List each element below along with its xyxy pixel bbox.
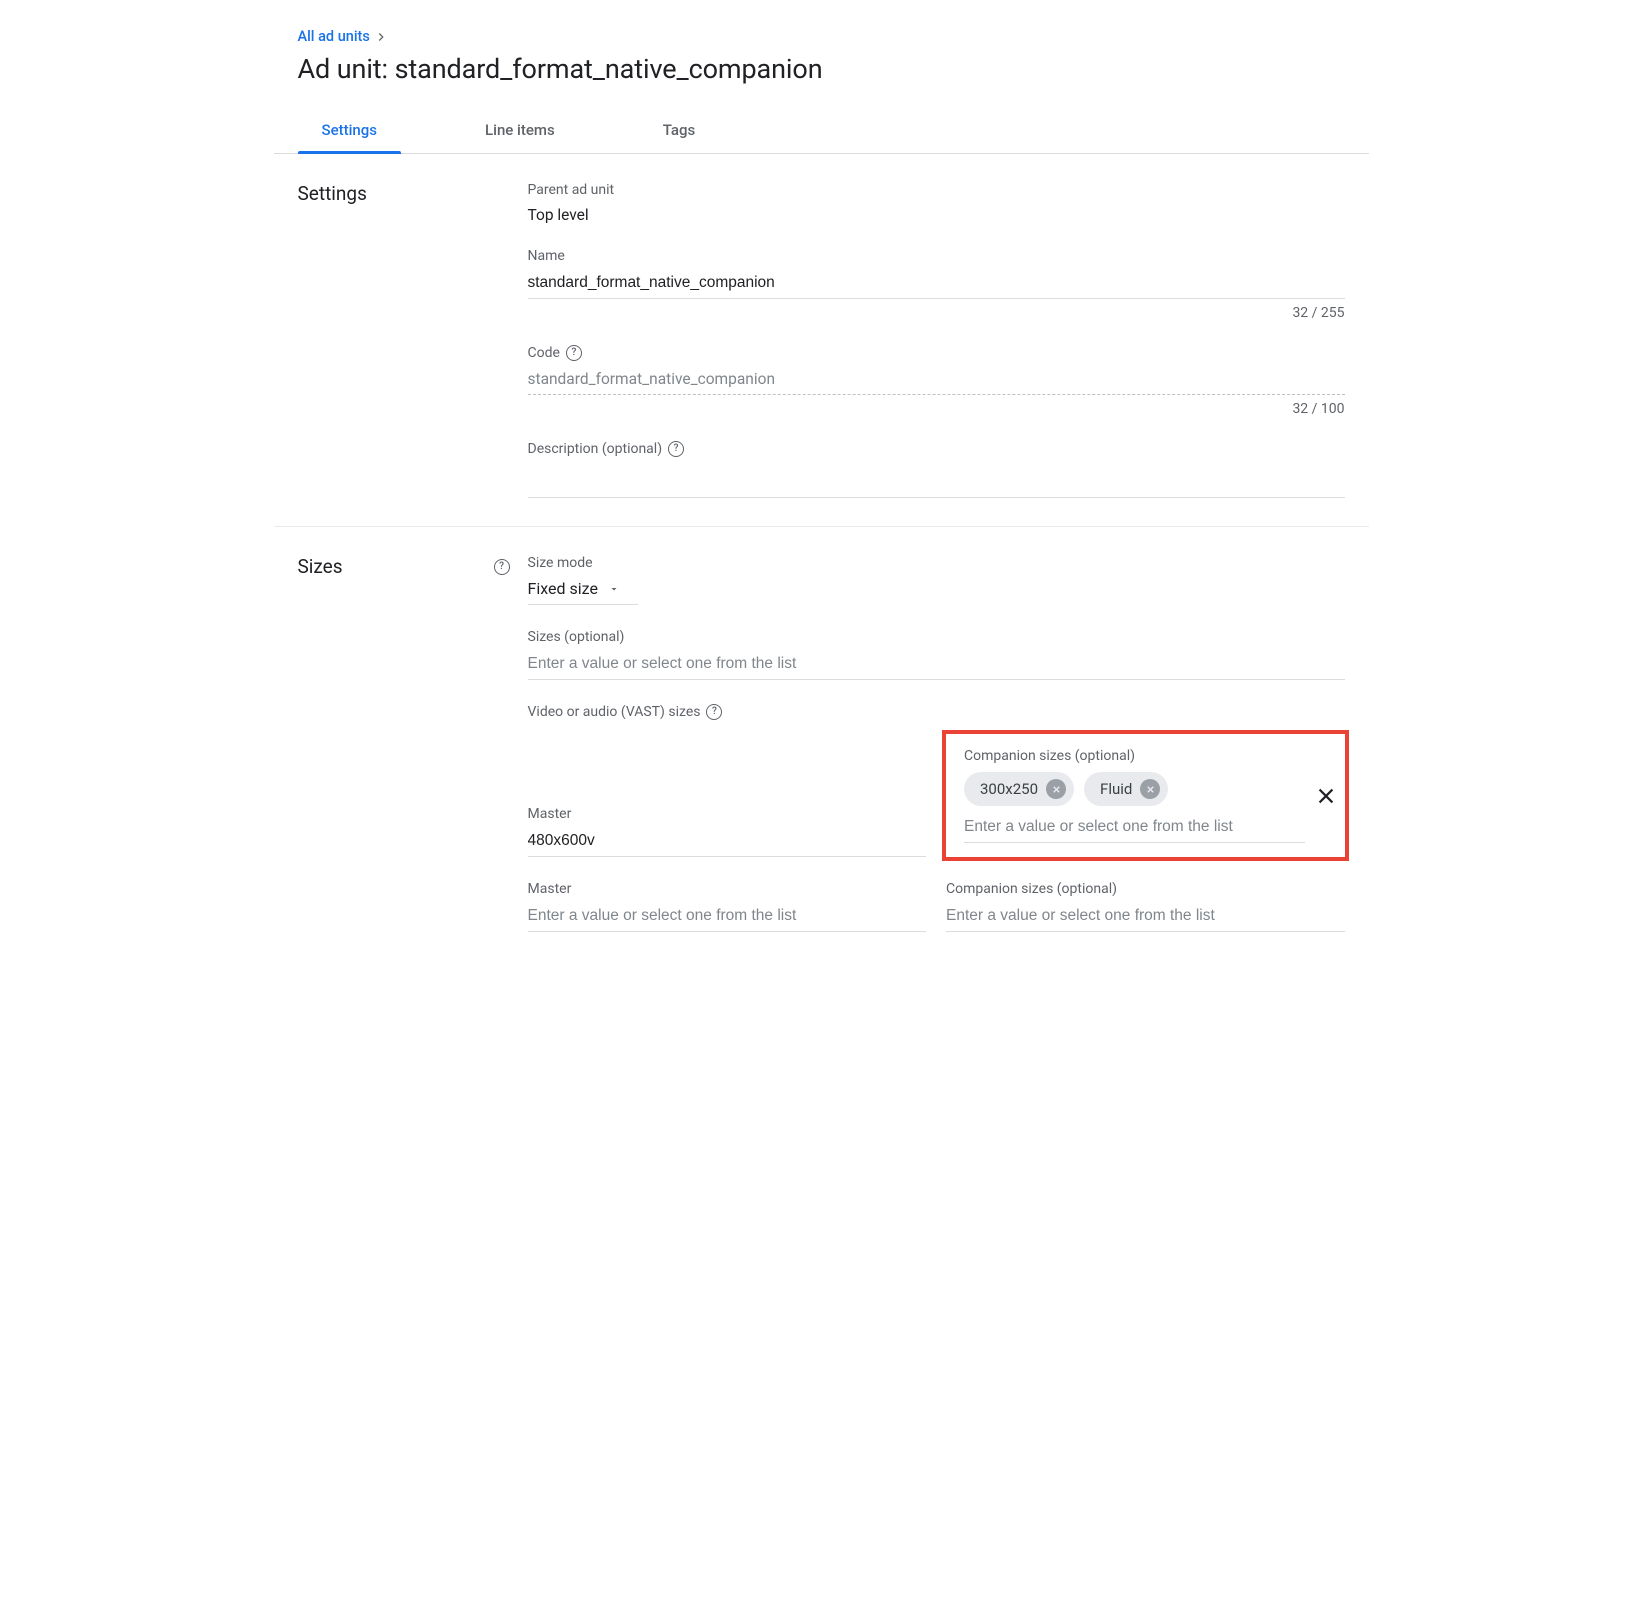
tab-tags[interactable]: Tags (639, 121, 719, 153)
chip-remove-icon[interactable] (1140, 779, 1160, 799)
sizes-label: Sizes (optional) (528, 629, 1345, 645)
name-input[interactable] (528, 274, 1345, 292)
name-counter: 32 / 255 (528, 305, 1345, 321)
name-label: Name (528, 248, 1345, 264)
caret-down-icon (608, 583, 620, 595)
help-icon[interactable]: ? (494, 559, 510, 575)
size-mode-select[interactable]: Fixed size (528, 579, 638, 605)
companion-label: Companion sizes (optional) (964, 748, 1305, 764)
description-input[interactable] (528, 473, 1345, 491)
help-icon[interactable]: ? (566, 345, 582, 361)
chip-label: 300x250 (980, 780, 1038, 798)
section-settings-heading: Settings (298, 182, 367, 205)
companion-input-2[interactable] (946, 907, 1345, 925)
chip-label: Fluid (1100, 780, 1132, 798)
size-mode-label: Size mode (528, 555, 1345, 571)
master-input-2[interactable] (528, 907, 927, 925)
vast-sizes-label: Video or audio (VAST) sizes (528, 704, 701, 720)
help-icon[interactable]: ? (668, 441, 684, 457)
sizes-input[interactable] (528, 655, 1345, 673)
chip-300x250: 300x250 (964, 772, 1074, 806)
code-counter: 32 / 100 (528, 401, 1345, 417)
chip-fluid: Fluid (1084, 772, 1168, 806)
companion-label: Companion sizes (optional) (946, 881, 1345, 897)
master-input[interactable] (528, 832, 927, 850)
tab-line-items[interactable]: Line items (461, 121, 579, 153)
chevron-right-icon (374, 30, 388, 44)
parent-ad-unit-label: Parent ad unit (528, 182, 1345, 198)
master-label: Master (528, 806, 927, 822)
help-icon[interactable]: ? (706, 704, 722, 720)
size-mode-value: Fixed size (528, 579, 598, 598)
chip-remove-icon[interactable] (1046, 779, 1066, 799)
code-label: Code (528, 345, 560, 361)
master-label: Master (528, 881, 927, 897)
tabs: Settings Line items Tags (274, 121, 1369, 154)
breadcrumb: All ad units (298, 28, 1345, 45)
parent-ad-unit-value: Top level (528, 206, 1345, 224)
section-sizes-heading: Sizes (298, 555, 343, 578)
tab-settings[interactable]: Settings (298, 121, 402, 153)
companion-input[interactable] (964, 818, 1305, 836)
breadcrumb-parent-link[interactable]: All ad units (298, 28, 370, 45)
section-sizes: Sizes ? Size mode Fixed size Sizes (opti… (274, 527, 1369, 960)
page-title: Ad unit: standard_format_native_companio… (298, 53, 1345, 85)
close-icon[interactable] (1315, 785, 1337, 807)
code-value: standard_format_native_companion (528, 370, 776, 388)
description-label: Description (optional) (528, 441, 663, 457)
section-settings: Settings Parent ad unit Top level Name 3… (274, 154, 1369, 527)
companion-highlight: Companion sizes (optional) 300x250 (942, 730, 1349, 861)
